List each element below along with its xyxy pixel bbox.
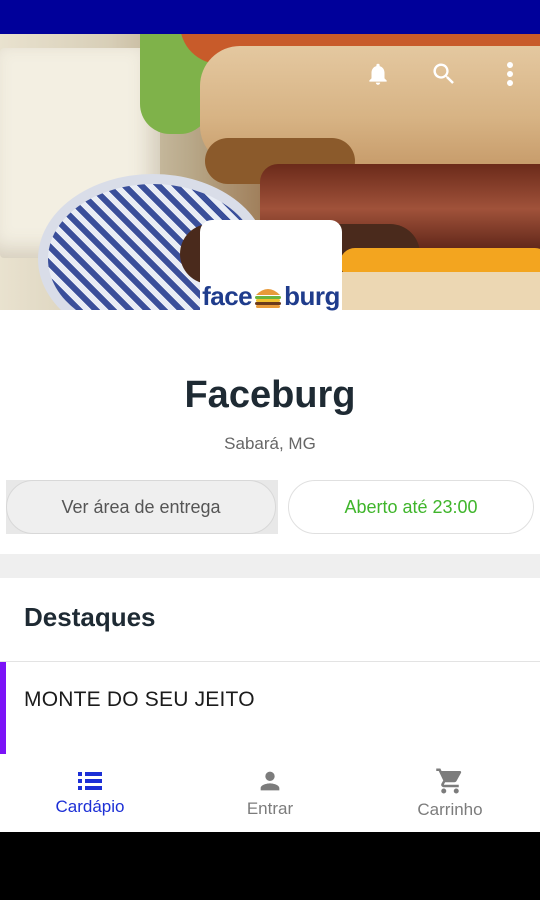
burger-logo-icon	[255, 288, 282, 308]
status-bar	[0, 0, 540, 34]
app-screen: face burg Faceburg Sabará, MG Ver área d…	[0, 34, 540, 832]
nav-label-entrar: Entrar	[246, 799, 294, 818]
bottom-navigation: Cardápio Entrar Carrinho	[0, 754, 540, 832]
bell-icon[interactable]	[360, 56, 396, 92]
category-item[interactable]: MONTE DO SEU JEITO	[0, 662, 540, 754]
search-icon[interactable]	[426, 56, 462, 92]
nav-carrinho[interactable]: Carrinho	[360, 754, 540, 832]
nav-label-carrinho: Carrinho	[417, 800, 483, 819]
logo-text-right: burg	[284, 281, 340, 311]
restaurant-logo: face burg	[200, 220, 342, 320]
person-icon	[260, 771, 280, 791]
system-navigation-bar	[0, 832, 540, 900]
highlights-title: Destaques	[24, 602, 156, 632]
category-accent-bar	[0, 662, 6, 754]
delivery-area-button[interactable]: Ver área de entrega	[6, 480, 276, 534]
cart-icon	[436, 768, 462, 794]
more-vertical-icon[interactable]	[492, 56, 528, 92]
restaurant-name: Faceburg	[184, 374, 356, 416]
section-separator	[0, 554, 540, 578]
open-hours-badge[interactable]: Aberto até 23:00	[288, 480, 534, 534]
top-actions	[360, 56, 528, 92]
nav-entrar[interactable]: Entrar	[180, 754, 360, 832]
nav-cardapio[interactable]: Cardápio	[0, 754, 180, 832]
logo-text-left: face	[202, 281, 253, 311]
nav-label-cardapio: Cardápio	[55, 797, 125, 816]
category-label: MONTE DO SEU JEITO	[24, 688, 255, 711]
list-icon	[78, 772, 102, 790]
restaurant-location: Sabará, MG	[224, 434, 316, 453]
